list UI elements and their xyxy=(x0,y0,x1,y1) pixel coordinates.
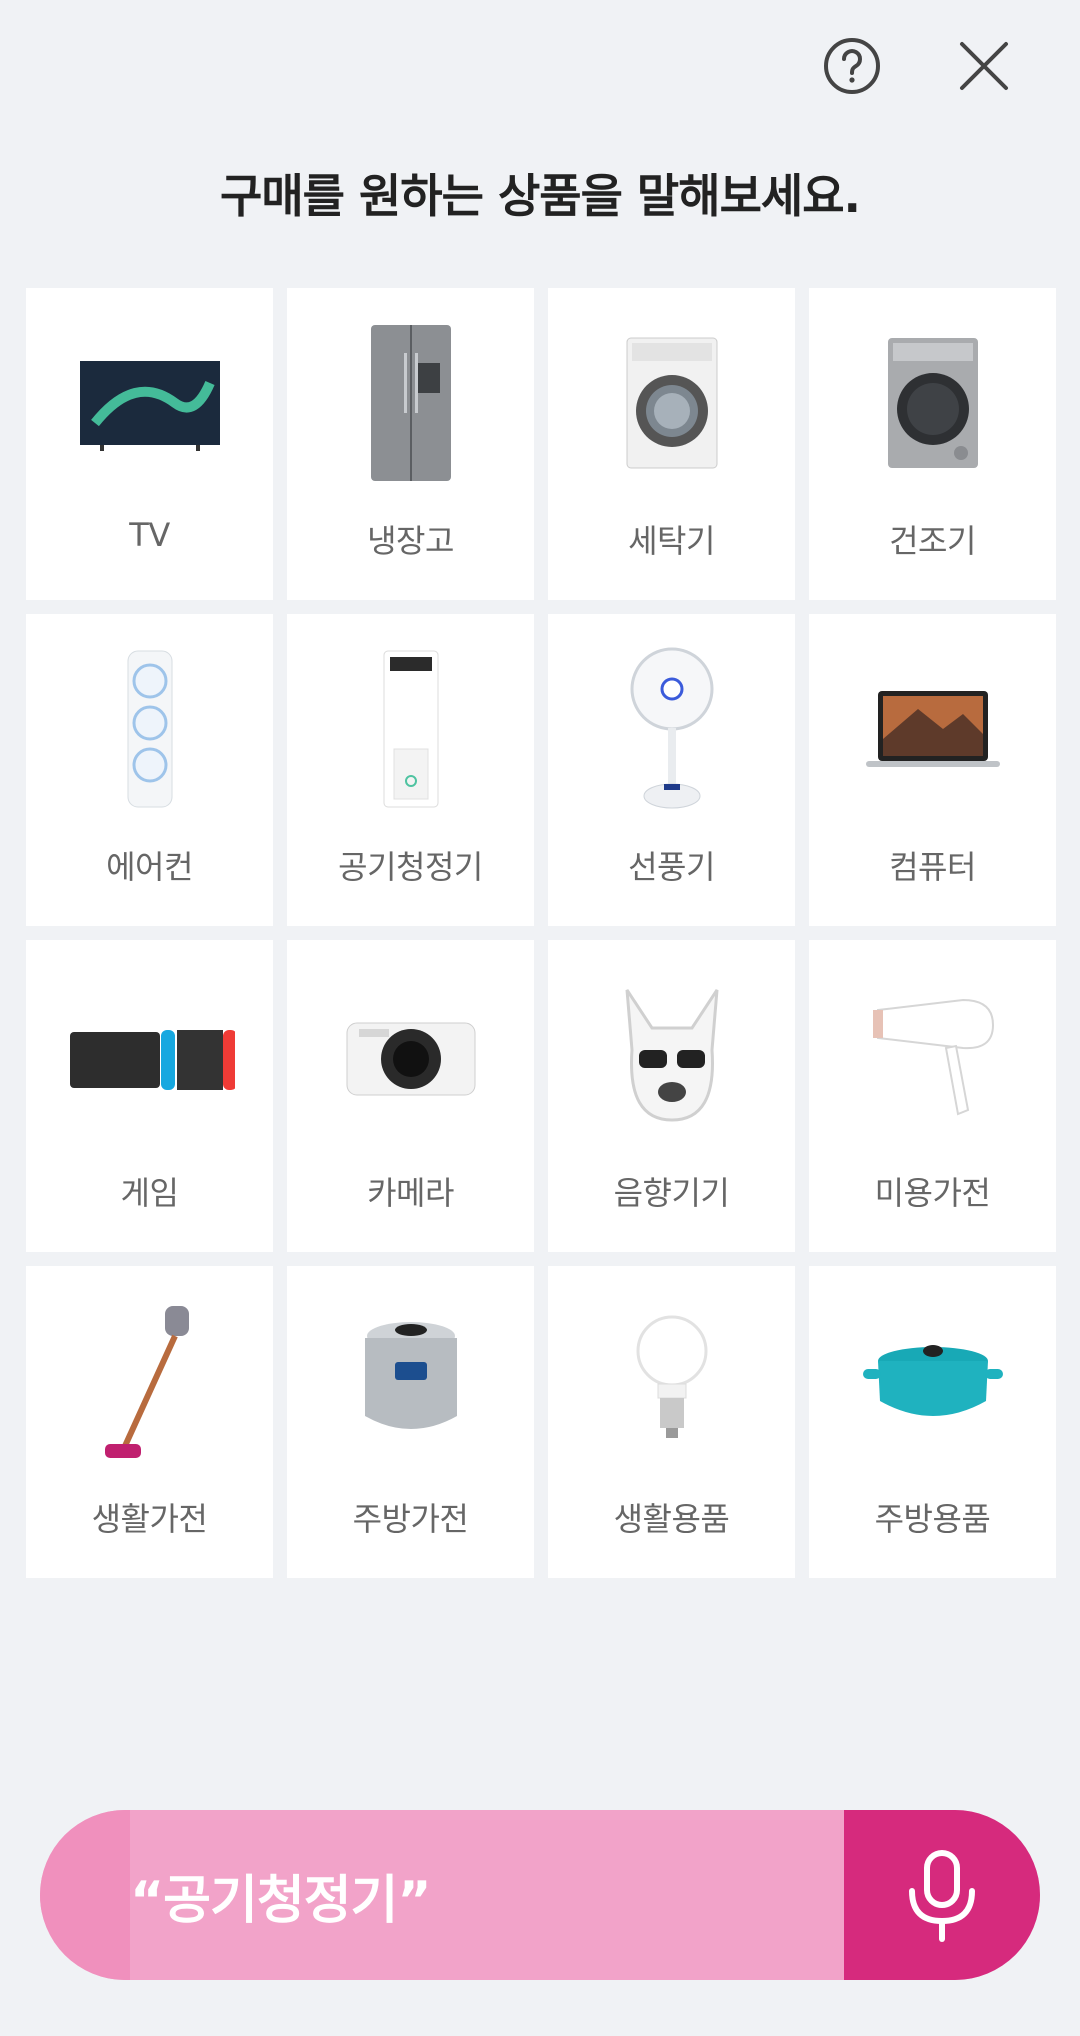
dryer-image xyxy=(843,318,1023,488)
refrigerator-image xyxy=(321,318,501,488)
category-tile-air-conditioner[interactable]: 에어컨 xyxy=(26,614,273,926)
tv-image xyxy=(60,318,240,488)
light-bulb-image xyxy=(582,1296,762,1466)
rice-cooker-image xyxy=(321,1296,501,1466)
vacuum-image xyxy=(60,1296,240,1466)
category-label: 게임 xyxy=(120,1174,179,1212)
category-tile-tv[interactable]: TV xyxy=(26,288,273,600)
category-label: 컴퓨터 xyxy=(889,848,976,886)
category-label: 냉장고 xyxy=(367,522,454,560)
category-tile-computer[interactable]: 컴퓨터 xyxy=(809,614,1056,926)
category-tile-game[interactable]: 게임 xyxy=(26,940,273,1252)
category-label: 주방가전 xyxy=(352,1500,469,1538)
page-title: 구매를 원하는 상품을 말해보세요. xyxy=(220,169,861,223)
category-tile-washer[interactable]: 세탁기 xyxy=(548,288,795,600)
category-label: 세탁기 xyxy=(628,522,715,560)
laptop-image xyxy=(843,644,1023,814)
category-grid: TV 냉장고 세탁기 건조기 에어컨 공기청정기 선풍기 컴퓨터 게임 카메라 … xyxy=(26,288,1056,1578)
category-tile-audio[interactable]: 음향기기 xyxy=(548,940,795,1252)
close-icon[interactable] xyxy=(948,30,1020,102)
category-tile-air-purifier[interactable]: 공기청정기 xyxy=(287,614,534,926)
category-label: 건조기 xyxy=(889,522,976,560)
category-label: 음향기기 xyxy=(613,1174,730,1212)
category-label: 미용가전 xyxy=(874,1174,991,1212)
category-label: 공기청정기 xyxy=(338,848,483,886)
speaker-image xyxy=(582,970,762,1140)
voice-bar-lead xyxy=(40,1810,130,1980)
air-purifier-image xyxy=(321,644,501,814)
game-console-image xyxy=(60,970,240,1140)
category-tile-fan[interactable]: 선풍기 xyxy=(548,614,795,926)
category-label: 주방용품 xyxy=(874,1500,991,1538)
help-circle-icon[interactable] xyxy=(816,30,888,102)
category-tile-beauty[interactable]: 미용가전 xyxy=(809,940,1056,1252)
hair-dryer-image xyxy=(843,970,1023,1140)
category-tile-dryer[interactable]: 건조기 xyxy=(809,288,1056,600)
microphone-icon[interactable] xyxy=(844,1810,1040,1980)
category-tile-kitchen-appliance[interactable]: 주방가전 xyxy=(287,1266,534,1578)
category-label: 카메라 xyxy=(367,1174,454,1212)
voice-query-bar[interactable]: “공기청정기” xyxy=(40,1810,1040,1980)
category-label: 선풍기 xyxy=(628,848,715,886)
category-label: 에어컨 xyxy=(106,848,193,886)
category-tile-kitchen-goods[interactable]: 주방용품 xyxy=(809,1266,1056,1578)
category-label: TV xyxy=(129,516,170,554)
air-conditioner-image xyxy=(60,644,240,814)
category-tile-living-goods[interactable]: 생활용품 xyxy=(548,1266,795,1578)
category-tile-refrigerator[interactable]: 냉장고 xyxy=(287,288,534,600)
camera-image xyxy=(321,970,501,1140)
top-actions xyxy=(816,30,1020,102)
pot-image xyxy=(843,1296,1023,1466)
category-tile-camera[interactable]: 카메라 xyxy=(287,940,534,1252)
voice-query-text: “공기청정기” xyxy=(130,1870,432,1931)
washer-image xyxy=(582,318,762,488)
category-tile-home-appliance[interactable]: 생활가전 xyxy=(26,1266,273,1578)
category-label: 생활가전 xyxy=(91,1500,208,1538)
category-label: 생활용품 xyxy=(613,1500,730,1538)
fan-image xyxy=(582,644,762,814)
